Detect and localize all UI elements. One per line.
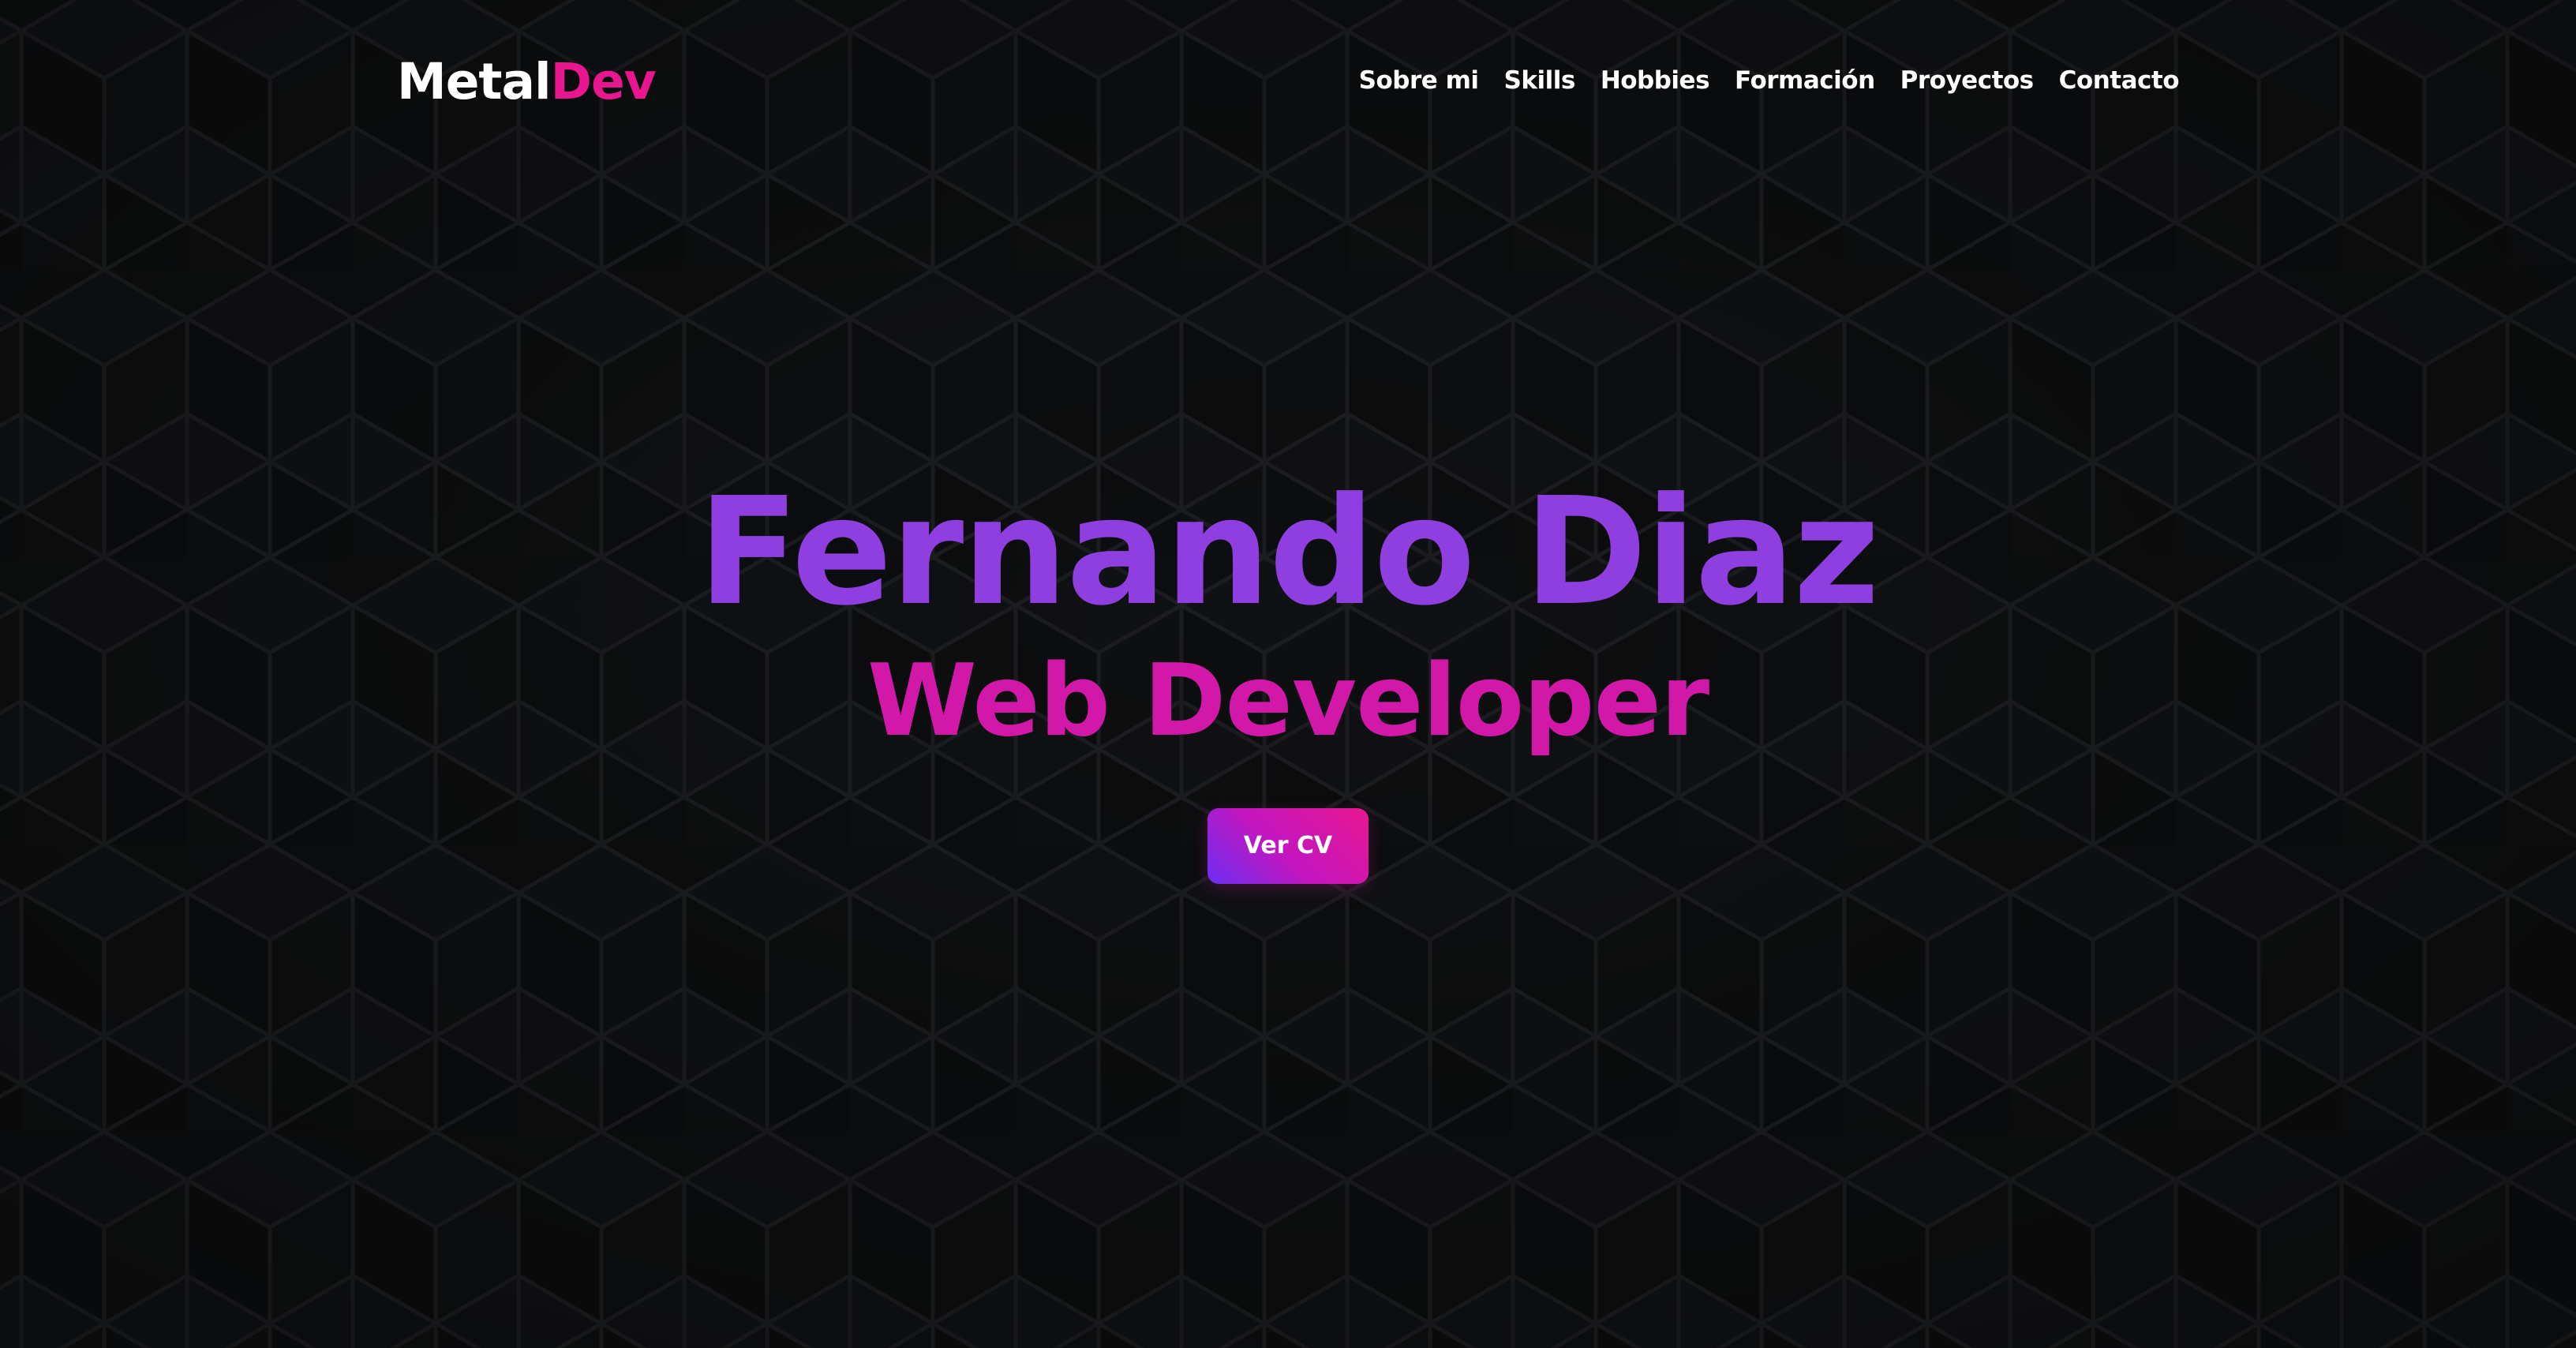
view-cv-button[interactable]: Ver CV	[1208, 808, 1368, 884]
site-header: MetalDev Sobre mi Skills Hobbies Formaci…	[0, 0, 2576, 166]
nav-item-contacto[interactable]: Contacto	[2059, 63, 2180, 98]
nav-item-formacion[interactable]: Formación	[1735, 63, 1875, 98]
brand-logo[interactable]: MetalDev	[397, 51, 657, 114]
hero-role: Web Developer	[867, 642, 1709, 758]
logo-text-accent: Dev	[550, 53, 657, 110]
nav-item-hobbies[interactable]: Hobbies	[1601, 63, 1710, 98]
nav-item-proyectos[interactable]: Proyectos	[1900, 63, 2034, 98]
hero-name: Fernando Diaz	[698, 466, 1880, 638]
main-nav: Sobre mi Skills Hobbies Formación Proyec…	[1359, 63, 2180, 98]
nav-item-skills[interactable]: Skills	[1504, 63, 1576, 98]
logo-text-primary: Metal	[397, 53, 552, 110]
nav-item-sobre-mi[interactable]: Sobre mi	[1359, 63, 1479, 98]
